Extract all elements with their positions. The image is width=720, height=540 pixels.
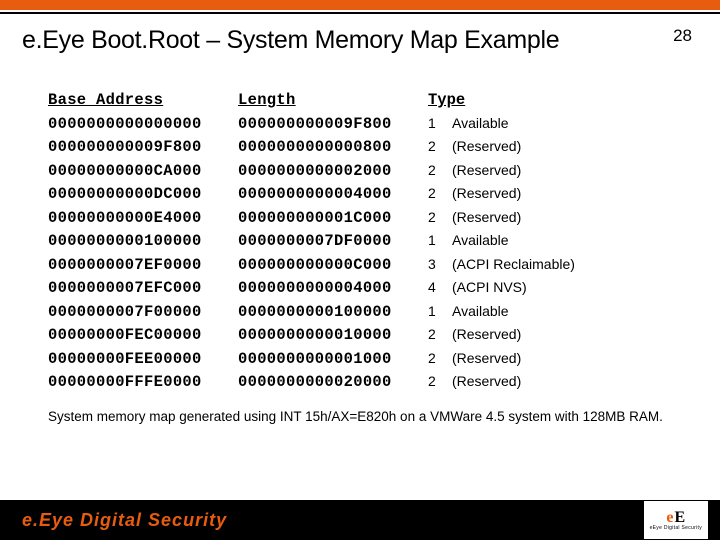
cell-base: 00000000FEE00000 xyxy=(48,350,238,368)
table-row: 00000000FEE0000000000000000010002(Reserv… xyxy=(48,350,672,368)
cell-base: 0000000007F00000 xyxy=(48,303,238,321)
cell-type-code: 2 xyxy=(428,350,452,366)
table-row: 0000000007EF0000000000000000C0003(ACPI R… xyxy=(48,256,672,274)
cell-type-code: 1 xyxy=(428,115,452,131)
table-row: 000000000009F80000000000000008002(Reserv… xyxy=(48,138,672,156)
cell-length: 0000000000020000 xyxy=(238,373,428,391)
cell-base: 0000000007EF0000 xyxy=(48,256,238,274)
header-type: Type xyxy=(428,91,465,109)
cell-base: 00000000000CA000 xyxy=(48,162,238,180)
table-row: 00000000001000000000000007DF00001Availab… xyxy=(48,232,672,250)
table-row: 0000000007F0000000000000001000001Availab… xyxy=(48,303,672,321)
cell-base: 0000000007EFC000 xyxy=(48,279,238,297)
cell-base: 00000000000E4000 xyxy=(48,209,238,227)
cell-type-name: (ACPI Reclaimable) xyxy=(452,256,575,272)
logo-subtext: eEye Digital Security xyxy=(650,525,702,531)
header-length: Length xyxy=(238,91,428,109)
header-base: Base Address xyxy=(48,91,238,109)
cell-type-code: 3 xyxy=(428,256,452,272)
cell-type-code: 2 xyxy=(428,185,452,201)
cell-type-name: (Reserved) xyxy=(452,326,521,342)
cell-type-name: (Reserved) xyxy=(452,350,521,366)
cell-type-name: Available xyxy=(452,232,509,248)
table-row: 00000000FFFE000000000000000200002(Reserv… xyxy=(48,373,672,391)
cell-length: 0000000000000800 xyxy=(238,138,428,156)
cell-type-code: 2 xyxy=(428,138,452,154)
cell-type-name: (Reserved) xyxy=(452,209,521,225)
cell-type-code: 1 xyxy=(428,232,452,248)
cell-length: 0000000007DF0000 xyxy=(238,232,428,250)
cell-type-name: (Reserved) xyxy=(452,138,521,154)
memory-map-table: Base Address Length Type 000000000000000… xyxy=(48,91,672,391)
cell-base: 0000000000100000 xyxy=(48,232,238,250)
cell-type-code: 2 xyxy=(428,326,452,342)
cell-type-name: Available xyxy=(452,115,509,131)
slide-title: e.Eye Boot.Root – System Memory Map Exam… xyxy=(22,26,559,55)
table-row: 00000000000DC00000000000000040002(Reserv… xyxy=(48,185,672,203)
cell-type-name: Available xyxy=(452,303,509,319)
table-row: 00000000000CA00000000000000020002(Reserv… xyxy=(48,162,672,180)
cell-type-code: 2 xyxy=(428,373,452,389)
cell-type-code: 2 xyxy=(428,209,452,225)
table-header-row: Base Address Length Type xyxy=(48,91,672,109)
cell-type-code: 1 xyxy=(428,303,452,319)
cell-type-code: 2 xyxy=(428,162,452,178)
cell-type-name: (ACPI NVS) xyxy=(452,279,527,295)
cell-length: 0000000000100000 xyxy=(238,303,428,321)
content-area: Base Address Length Type 000000000000000… xyxy=(0,63,720,424)
cell-length: 000000000009F800 xyxy=(238,115,428,133)
table-row: 00000000FEC0000000000000000100002(Reserv… xyxy=(48,326,672,344)
footnote: System memory map generated using INT 15… xyxy=(48,409,672,424)
table-row: 00000000000E4000000000000001C0002(Reserv… xyxy=(48,209,672,227)
cell-base: 0000000000000000 xyxy=(48,115,238,133)
page-number: 28 xyxy=(673,26,692,46)
cell-type-code: 4 xyxy=(428,279,452,295)
slide-header: e.Eye Boot.Root – System Memory Map Exam… xyxy=(0,14,720,63)
top-accent-bar xyxy=(0,0,720,10)
cell-length: 0000000000010000 xyxy=(238,326,428,344)
footer-bar: e.Eye Digital Security e E eEye Digital … xyxy=(0,500,720,540)
cell-base: 00000000FFFE0000 xyxy=(48,373,238,391)
cell-base: 00000000000DC000 xyxy=(48,185,238,203)
footer-brand: e.Eye Digital Security xyxy=(22,510,227,531)
cell-length: 0000000000004000 xyxy=(238,185,428,203)
footer-logo: e E eEye Digital Security xyxy=(644,501,708,539)
table-row: 0000000000000000000000000009F8001Availab… xyxy=(48,115,672,133)
cell-base: 00000000FEC00000 xyxy=(48,326,238,344)
cell-type-name: (Reserved) xyxy=(452,162,521,178)
cell-type-name: (Reserved) xyxy=(452,185,521,201)
cell-length: 0000000000004000 xyxy=(238,279,428,297)
cell-length: 000000000000C000 xyxy=(238,256,428,274)
cell-length: 0000000000002000 xyxy=(238,162,428,180)
table-row: 0000000007EFC00000000000000040004(ACPI N… xyxy=(48,279,672,297)
cell-length: 000000000001C000 xyxy=(238,209,428,227)
cell-length: 0000000000001000 xyxy=(238,350,428,368)
cell-base: 000000000009F800 xyxy=(48,138,238,156)
cell-type-name: (Reserved) xyxy=(452,373,521,389)
